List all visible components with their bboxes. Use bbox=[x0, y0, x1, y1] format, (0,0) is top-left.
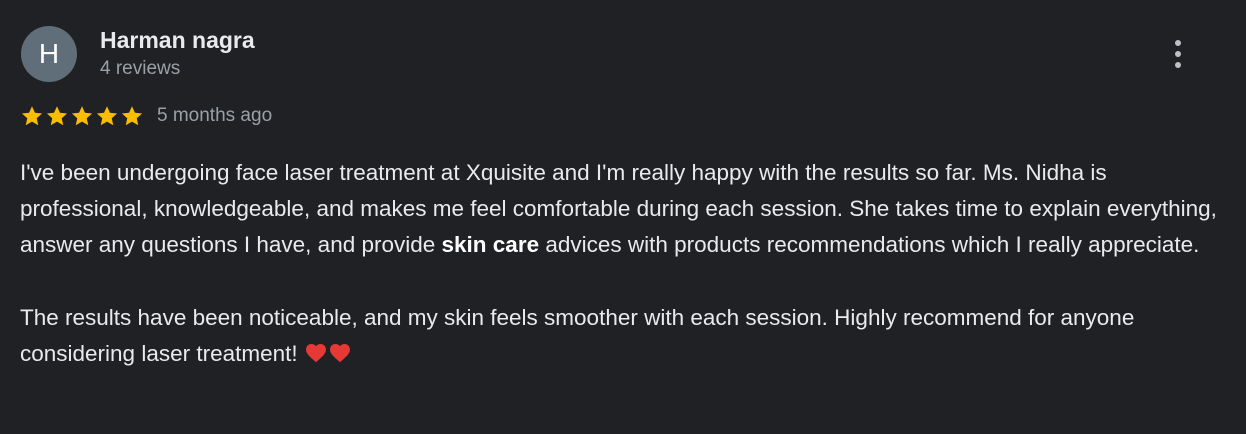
heart-icon bbox=[329, 343, 350, 363]
star-icon bbox=[121, 106, 143, 126]
star-icon bbox=[46, 106, 68, 126]
star-icon bbox=[71, 106, 93, 126]
avatar[interactable]: H bbox=[21, 26, 77, 82]
review-highlight: skin care bbox=[441, 232, 540, 258]
review-paragraph-1: I've been undergoing face laser treatmen… bbox=[20, 155, 1220, 264]
review-paragraph-2: The results have been noticeable, and my… bbox=[20, 300, 1220, 372]
more-vert-icon bbox=[1175, 40, 1181, 68]
review-card: H Harman nagra 4 reviews 5 months ago I'… bbox=[0, 0, 1246, 434]
star-icon bbox=[96, 106, 118, 126]
rating-row: 5 months ago bbox=[20, 103, 272, 129]
author-name[interactable]: Harman nagra bbox=[100, 27, 255, 54]
star-icon bbox=[21, 106, 43, 126]
review-count: 4 reviews bbox=[100, 58, 181, 79]
review-text-part: advices with products recommendations wh… bbox=[539, 232, 1200, 258]
heart-emoji bbox=[304, 341, 352, 366]
review-text-part: The results have been noticeable, and my… bbox=[20, 304, 1135, 366]
heart-icon bbox=[305, 343, 326, 363]
review-time: 5 months ago bbox=[157, 105, 273, 126]
review-text: I've been undergoing face laser treatmen… bbox=[20, 155, 1220, 372]
more-options-button[interactable] bbox=[1160, 36, 1196, 72]
star-rating bbox=[20, 104, 144, 128]
avatar-letter: H bbox=[38, 38, 60, 69]
